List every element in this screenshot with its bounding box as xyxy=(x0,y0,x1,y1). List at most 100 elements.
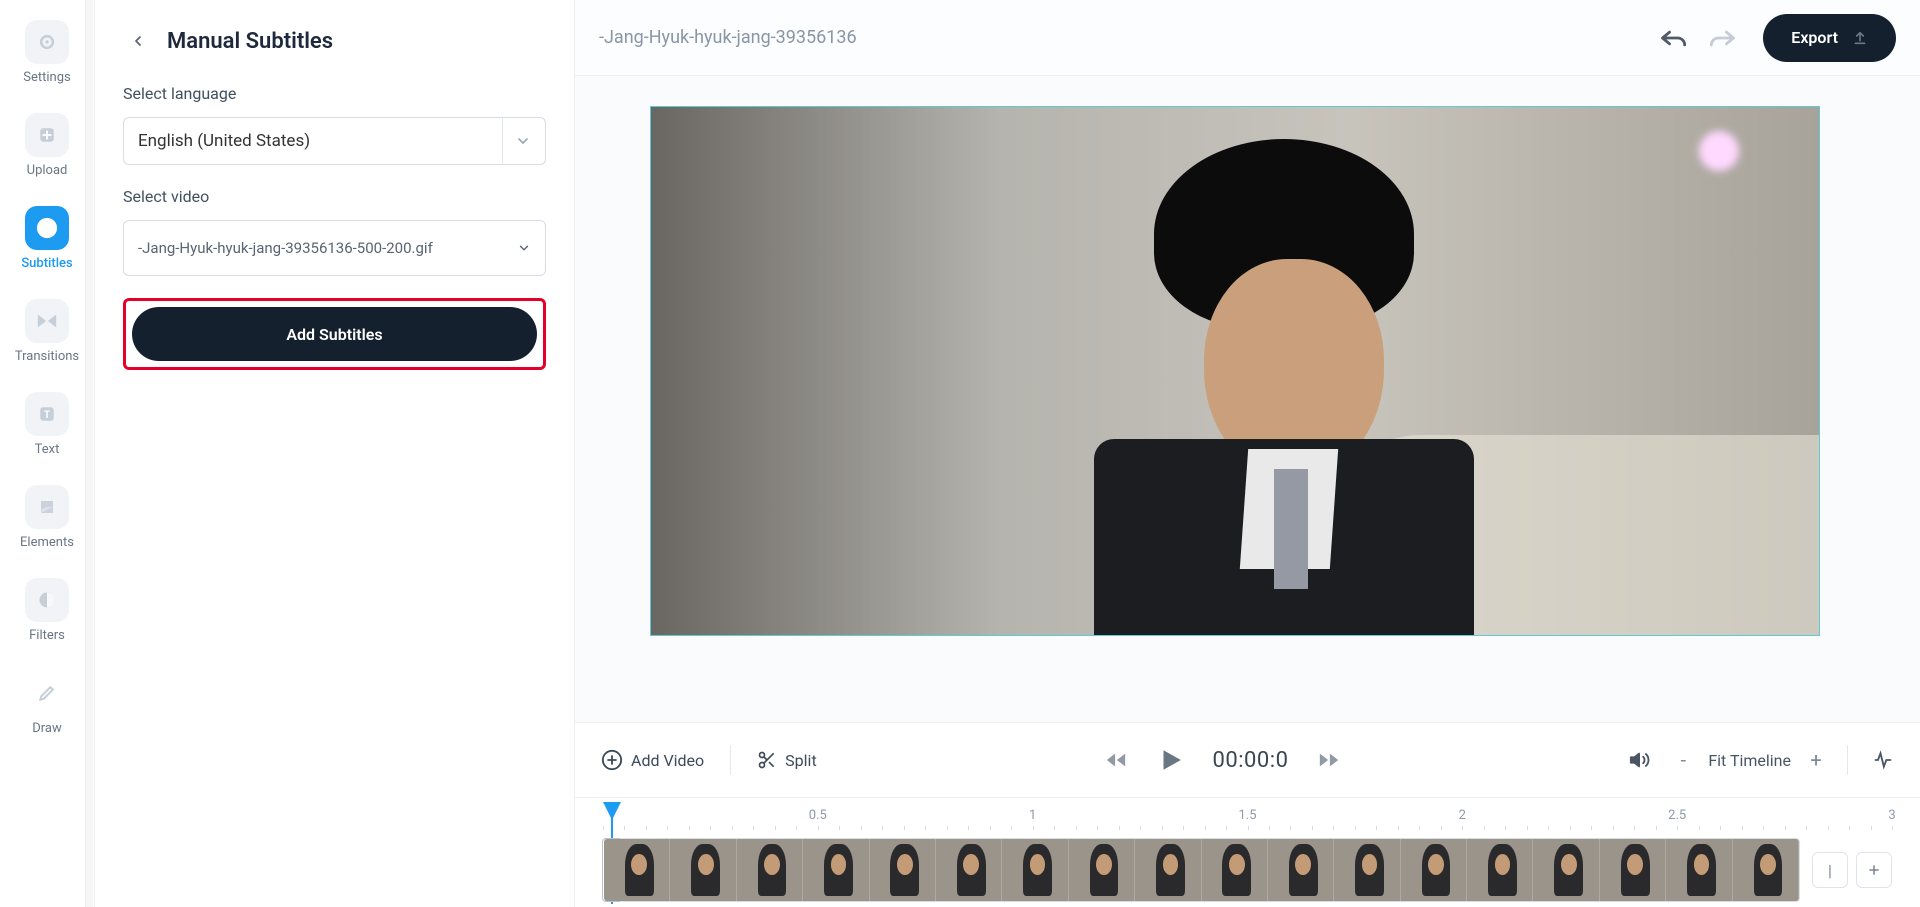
clip-thumbnail xyxy=(1002,839,1068,901)
ruler-tick-label: 1 xyxy=(1029,808,1036,823)
clip-thumbnail xyxy=(870,839,936,901)
preview-area xyxy=(575,76,1920,722)
add-video-label: Add Video xyxy=(631,751,704,770)
rail-label: Transitions xyxy=(15,349,79,364)
filters-icon xyxy=(25,578,69,622)
split-button[interactable]: Split xyxy=(757,750,817,770)
zoom-in-button[interactable]: + xyxy=(1809,748,1823,772)
chevron-down-icon xyxy=(517,241,531,255)
back-button[interactable] xyxy=(123,26,153,56)
video-preview[interactable] xyxy=(650,106,1820,636)
timecode-display: 00:00:0 xyxy=(1213,748,1289,773)
clip-row: ∥ | xyxy=(603,838,1892,902)
clip-trim-handle-right[interactable]: | xyxy=(1812,852,1848,888)
zoom-controls: - Fit Timeline + xyxy=(1676,748,1823,772)
clip-thumbnail xyxy=(1135,839,1201,901)
annotation-highlight: Add Subtitles xyxy=(123,298,546,370)
draw-icon xyxy=(25,671,69,715)
ruler-tick-label: 1.5 xyxy=(1238,808,1256,823)
rail-item-upload[interactable]: Upload xyxy=(25,113,69,178)
subtitles-panel: Manual Subtitles Select language English… xyxy=(95,0,575,907)
timeline[interactable]: 0.5 1 1.5 2 2.5 3 ∥ | xyxy=(575,797,1920,907)
clip-thumbnail xyxy=(1202,839,1268,901)
clip-thumbnail xyxy=(670,839,736,901)
topbar-actions: Export xyxy=(1659,14,1896,62)
left-nav-rail: Settings Upload Subtitles Transitions T … xyxy=(0,0,95,907)
volume-button[interactable] xyxy=(1628,749,1652,771)
clip-thumbnail xyxy=(1533,839,1599,901)
zoom-out-button[interactable]: - xyxy=(1676,748,1690,772)
rail-item-filters[interactable]: Filters xyxy=(25,578,69,643)
left-controls: Add Video Split xyxy=(601,745,817,775)
rail-item-elements[interactable]: Elements xyxy=(20,485,74,550)
export-label: Export xyxy=(1791,28,1838,47)
skip-forward-button[interactable] xyxy=(1318,751,1340,769)
rail-label: Draw xyxy=(32,721,62,736)
rail-item-settings[interactable]: Settings xyxy=(23,20,70,85)
clip-thumbnail xyxy=(737,839,803,901)
svg-text:T: T xyxy=(44,410,50,421)
clip-thumbnail xyxy=(1069,839,1135,901)
add-video-button[interactable]: Add Video xyxy=(601,749,704,771)
clip-thumbnail xyxy=(1733,839,1799,901)
upload-icon xyxy=(25,113,69,157)
clip-thumbnail xyxy=(1666,839,1732,901)
clip-thumbnail xyxy=(1600,839,1666,901)
clip-thumbnail xyxy=(1334,839,1400,901)
elements-icon xyxy=(25,485,69,529)
bottom-section: Add Video Split 00:00:0 xyxy=(575,722,1920,907)
subtitles-icon xyxy=(25,206,69,250)
settings-icon xyxy=(25,20,69,64)
language-value: English (United States) xyxy=(138,131,310,151)
language-label: Select language xyxy=(123,84,546,103)
add-clip-button[interactable] xyxy=(1856,852,1892,888)
ruler-tick-label: 3 xyxy=(1888,808,1895,823)
rail-item-text[interactable]: T Text xyxy=(25,392,69,457)
topbar: -Jang-Hyuk-hyuk-jang-39356136 Export xyxy=(575,0,1920,76)
clip-thumbnail xyxy=(1268,839,1334,901)
waveform-toggle[interactable] xyxy=(1872,750,1894,770)
export-icon xyxy=(1852,30,1868,46)
skip-back-button[interactable] xyxy=(1105,751,1127,769)
clip-thumbnail xyxy=(604,839,670,901)
panel-header: Manual Subtitles xyxy=(123,26,546,56)
play-button[interactable] xyxy=(1157,745,1183,775)
chevron-down-icon xyxy=(502,118,531,164)
divider xyxy=(1847,745,1848,775)
plus-circle-icon xyxy=(601,749,623,771)
clip-thumbnail xyxy=(936,839,1002,901)
rail-label: Settings xyxy=(23,70,70,85)
rail-item-subtitles[interactable]: Subtitles xyxy=(21,206,72,271)
rail-item-transitions[interactable]: Transitions xyxy=(15,299,79,364)
add-subtitles-button[interactable]: Add Subtitles xyxy=(132,307,537,361)
project-filename[interactable]: -Jang-Hyuk-hyuk-jang-39356136 xyxy=(599,27,857,48)
undo-redo-group xyxy=(1659,28,1737,48)
fit-timeline-button[interactable]: Fit Timeline xyxy=(1708,751,1791,770)
transitions-icon xyxy=(25,299,69,343)
clip-thumbnail xyxy=(803,839,869,901)
video-value: -Jang-Hyuk-hyuk-jang-39356136-500-200.gi… xyxy=(138,239,433,257)
language-select[interactable]: English (United States) xyxy=(123,117,546,165)
video-select[interactable]: -Jang-Hyuk-hyuk-jang-39356136-500-200.gi… xyxy=(123,220,546,276)
rail-label: Text xyxy=(35,442,60,457)
controls-bar: Add Video Split 00:00:0 xyxy=(575,723,1920,797)
rail-scrollbar[interactable] xyxy=(85,0,93,907)
ruler-tick-label: 2 xyxy=(1459,808,1466,823)
split-label: Split xyxy=(785,751,817,770)
video-clip[interactable] xyxy=(603,838,1800,902)
main-area: -Jang-Hyuk-hyuk-jang-39356136 Export xyxy=(575,0,1920,907)
rail-item-draw[interactable]: Draw xyxy=(25,671,69,736)
playback-controls: 00:00:0 xyxy=(1105,745,1341,775)
rail-label: Upload xyxy=(27,163,68,178)
rail-label: Filters xyxy=(29,628,65,643)
redo-button[interactable] xyxy=(1709,28,1737,48)
undo-button[interactable] xyxy=(1659,28,1687,48)
panel-title: Manual Subtitles xyxy=(167,29,333,54)
ruler-tick-label: 0.5 xyxy=(809,808,827,823)
export-button[interactable]: Export xyxy=(1763,14,1896,62)
ruler-tick-label: 2.5 xyxy=(1668,808,1686,823)
timeline-ruler[interactable]: 0.5 1 1.5 2 2.5 3 xyxy=(603,808,1892,832)
divider xyxy=(730,745,731,775)
clip-thumbnail xyxy=(1401,839,1467,901)
rail-label: Elements xyxy=(20,535,74,550)
